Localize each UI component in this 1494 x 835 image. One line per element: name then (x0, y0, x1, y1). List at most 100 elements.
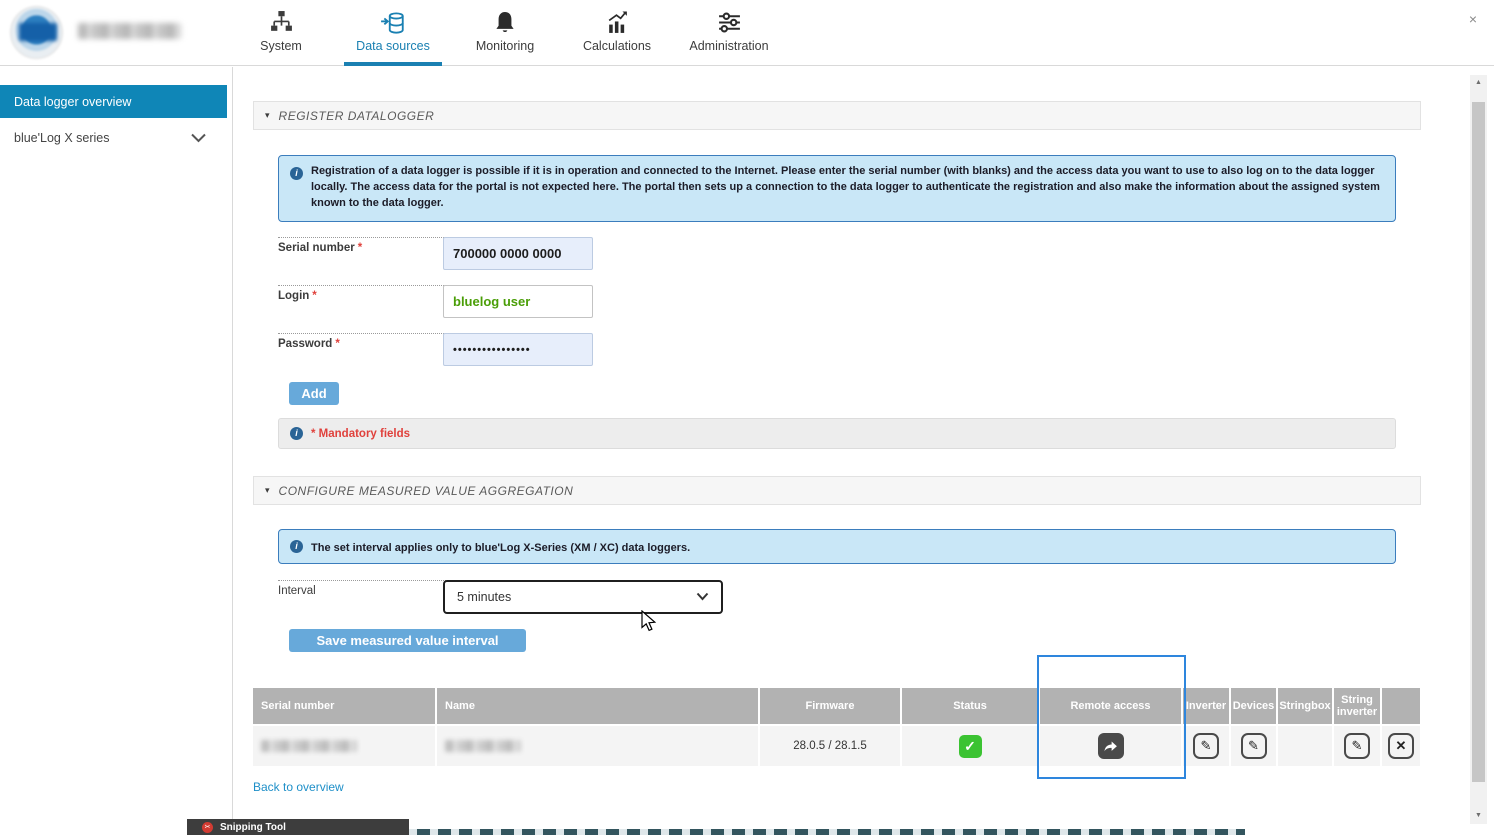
interval-label: Interval (278, 585, 316, 597)
chart-icon (604, 9, 631, 36)
aggregation-info-text: The set interval applies only to blue'Lo… (311, 530, 700, 563)
select-chevron-icon (696, 590, 709, 604)
nav-tab-monitoring[interactable]: Monitoring (449, 0, 561, 66)
scroll-up-icon[interactable]: ▲ (1470, 75, 1487, 91)
label-text: Login (278, 290, 309, 302)
cross-icon: ✕ (1396, 738, 1407, 754)
cell-serial-redacted (253, 724, 437, 766)
info-icon: i (290, 427, 303, 440)
col-devices: Devices (1231, 688, 1278, 724)
nav-label: Calculations (583, 39, 651, 53)
aggregation-info-box: i The set interval applies only to blue'… (278, 529, 1396, 564)
aggregation-section-header[interactable]: ▾ CONFIGURE MEASURED VALUE AGGREGATION (253, 476, 1421, 505)
cell-remote-access (1040, 724, 1183, 766)
datalogger-table: Serial number Name Firmware Status Remot… (253, 688, 1420, 766)
field-divider (278, 333, 470, 334)
table-row: 28.0.5 / 28.1.5 ✓ ✎ ✎ ✎ (253, 724, 1420, 766)
cell-string-inverter: ✎ (1334, 724, 1382, 766)
delete-button[interactable]: ✕ (1388, 733, 1414, 759)
add-button[interactable]: Add (289, 382, 339, 405)
cell-name-redacted (437, 724, 760, 766)
section-title: REGISTER DATALOGGER (279, 109, 435, 123)
active-tab-underline (344, 62, 442, 66)
edit-inverter-button[interactable]: ✎ (1193, 733, 1219, 759)
back-to-overview-link[interactable]: Back to overview (253, 780, 344, 794)
col-firmware: Firmware (760, 688, 902, 724)
edit-devices-button[interactable]: ✎ (1241, 733, 1267, 759)
col-string-inverter: String inverter (1334, 688, 1382, 724)
interval-select[interactable]: 5 minutes (443, 580, 723, 614)
info-icon: i (290, 167, 303, 180)
cell-status: ✓ (902, 724, 1040, 766)
check-icon: ✓ (964, 738, 976, 755)
serial-number-input[interactable]: 700000 0000 0000 (443, 237, 593, 270)
pencil-icon: ✎ (1352, 738, 1363, 754)
sliders-icon (716, 9, 743, 36)
nav-tab-administration[interactable]: Administration (673, 0, 785, 66)
app-logo (10, 6, 63, 59)
password-label: Password* (278, 338, 340, 350)
main-nav: System Data sources Monitoring Calcula (225, 0, 785, 66)
nav-label: Data sources (356, 39, 430, 53)
col-actions (1382, 688, 1420, 724)
cell-inverter: ✎ (1183, 724, 1231, 766)
table-header-row: Serial number Name Firmware Status Remot… (253, 688, 1420, 724)
required-asterisk: * (335, 338, 339, 350)
snipping-tool-title: Snipping Tool (220, 822, 286, 833)
sidebar-item-bluelog-x-series[interactable]: blue'Log X series (0, 124, 227, 152)
register-info-text: Registration of a data logger is possibl… (311, 156, 1395, 221)
nav-tab-calculations[interactable]: Calculations (561, 0, 673, 66)
register-section-header[interactable]: ▾ REGISTER DATALOGGER (253, 101, 1421, 130)
snipping-tool-titlebar[interactable]: ✂ Snipping Tool (187, 819, 409, 835)
sidebar-item-label: blue'Log X series (14, 131, 110, 145)
snipping-tool-icon: ✂ (202, 822, 213, 833)
nav-label: Administration (689, 39, 768, 53)
selection-dash-strip (270, 829, 1245, 835)
system-icon (268, 9, 295, 36)
password-input[interactable]: •••••••••••••••• (443, 333, 593, 366)
sidebar: Data logger overview blue'Log X series (0, 67, 233, 819)
share-arrow-icon (1103, 739, 1118, 753)
scrollbar-thumb[interactable] (1472, 102, 1485, 782)
nav-tab-data-sources[interactable]: Data sources (337, 0, 449, 66)
nav-label: System (260, 39, 302, 53)
main-content: ▾ REGISTER DATALOGGER i Registration of … (234, 67, 1470, 835)
mandatory-fields-note: i * Mandatory fields (278, 418, 1396, 449)
cell-devices: ✎ (1231, 724, 1278, 766)
section-title: CONFIGURE MEASURED VALUE AGGREGATION (279, 484, 574, 498)
edit-string-inverter-button[interactable]: ✎ (1344, 733, 1370, 759)
mandatory-note-text: * Mandatory fields (311, 428, 410, 440)
nav-tab-system[interactable]: System (225, 0, 337, 66)
col-status: Status (902, 688, 1040, 724)
pencil-icon: ✎ (1248, 738, 1259, 754)
remote-access-button[interactable] (1098, 733, 1124, 759)
col-inverter: Inverter (1183, 688, 1231, 724)
site-name-redacted (78, 23, 181, 39)
col-remote-access: Remote access (1040, 688, 1183, 724)
login-input[interactable]: bluelog user (443, 285, 593, 318)
cell-delete: ✕ (1382, 724, 1420, 766)
field-divider (278, 237, 470, 238)
close-icon[interactable]: × (1464, 10, 1482, 28)
col-name: Name (437, 688, 760, 724)
save-interval-button[interactable]: Save measured value interval (289, 629, 526, 652)
label-text: Serial number (278, 242, 355, 254)
sidebar-item-data-logger-overview[interactable]: Data logger overview (0, 85, 227, 118)
collapse-triangle-icon: ▾ (265, 485, 270, 496)
sidebar-item-label: Data logger overview (14, 95, 131, 109)
app-window: System Data sources Monitoring Calcula (0, 0, 1494, 835)
serial-number-label: Serial number* (278, 242, 362, 254)
status-ok-badge: ✓ (959, 735, 982, 758)
login-label: Login* (278, 290, 317, 302)
required-asterisk: * (358, 242, 362, 254)
nav-label: Monitoring (476, 39, 534, 53)
logo-device-image (19, 23, 57, 41)
vertical-scrollbar[interactable]: ▲ ▼ (1470, 75, 1487, 824)
col-serial-number: Serial number (253, 688, 437, 724)
top-header: System Data sources Monitoring Calcula (0, 0, 1494, 66)
col-stringbox: Stringbox (1278, 688, 1334, 724)
redacted-name (445, 740, 521, 752)
field-divider (278, 285, 470, 286)
data-sources-icon (380, 9, 407, 36)
scroll-down-icon[interactable]: ▼ (1470, 808, 1487, 824)
